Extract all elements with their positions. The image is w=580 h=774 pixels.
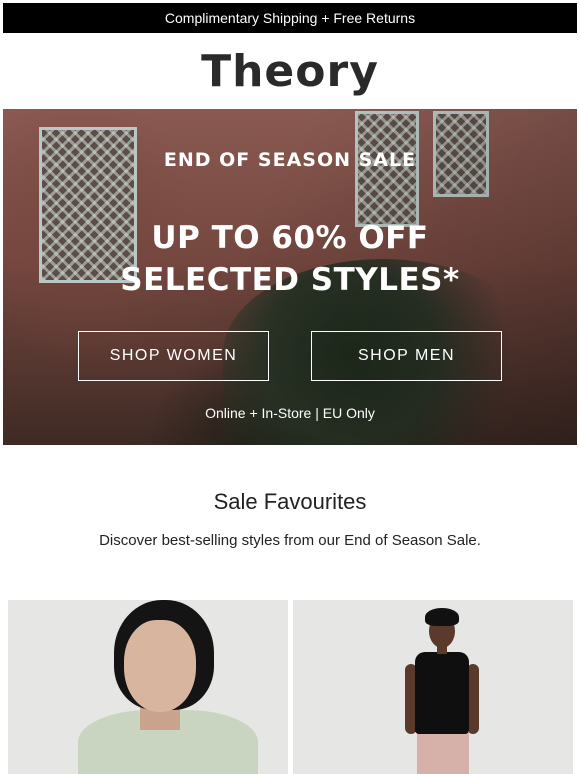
brand-logo[interactable]: Theory	[0, 44, 580, 100]
section-title: Sale Favourites	[213, 489, 367, 514]
model-face	[124, 620, 196, 712]
hero-headline-line2: SELECTED STYLES*	[120, 262, 460, 298]
product-image-men[interactable]	[293, 600, 573, 774]
model-hair	[425, 608, 459, 626]
product-image-women[interactable]	[8, 600, 288, 774]
model-pants	[417, 730, 469, 774]
shipping-banner: Complimentary Shipping + Free Returns	[3, 3, 577, 33]
hero-banner[interactable]: END OF SEASON SALE UP TO 60% OFF SELECTE…	[3, 109, 577, 445]
shipping-banner-text: Complimentary Shipping + Free Returns	[164, 10, 416, 26]
section-description: Discover best-selling styles from our En…	[99, 532, 481, 549]
hero-headline: UP TO 60% OFF SELECTED STYLES*	[3, 217, 577, 301]
model-top	[415, 652, 469, 734]
shop-women-button[interactable]: SHOP WOMEN	[78, 331, 269, 381]
shop-men-button[interactable]: SHOP MEN	[311, 331, 502, 381]
hero-kicker: END OF SEASON SALE	[163, 149, 417, 171]
hero-note: Online + In-Store | EU Only	[205, 405, 375, 421]
hero-headline-line1: UP TO 60% OFF	[151, 220, 429, 256]
